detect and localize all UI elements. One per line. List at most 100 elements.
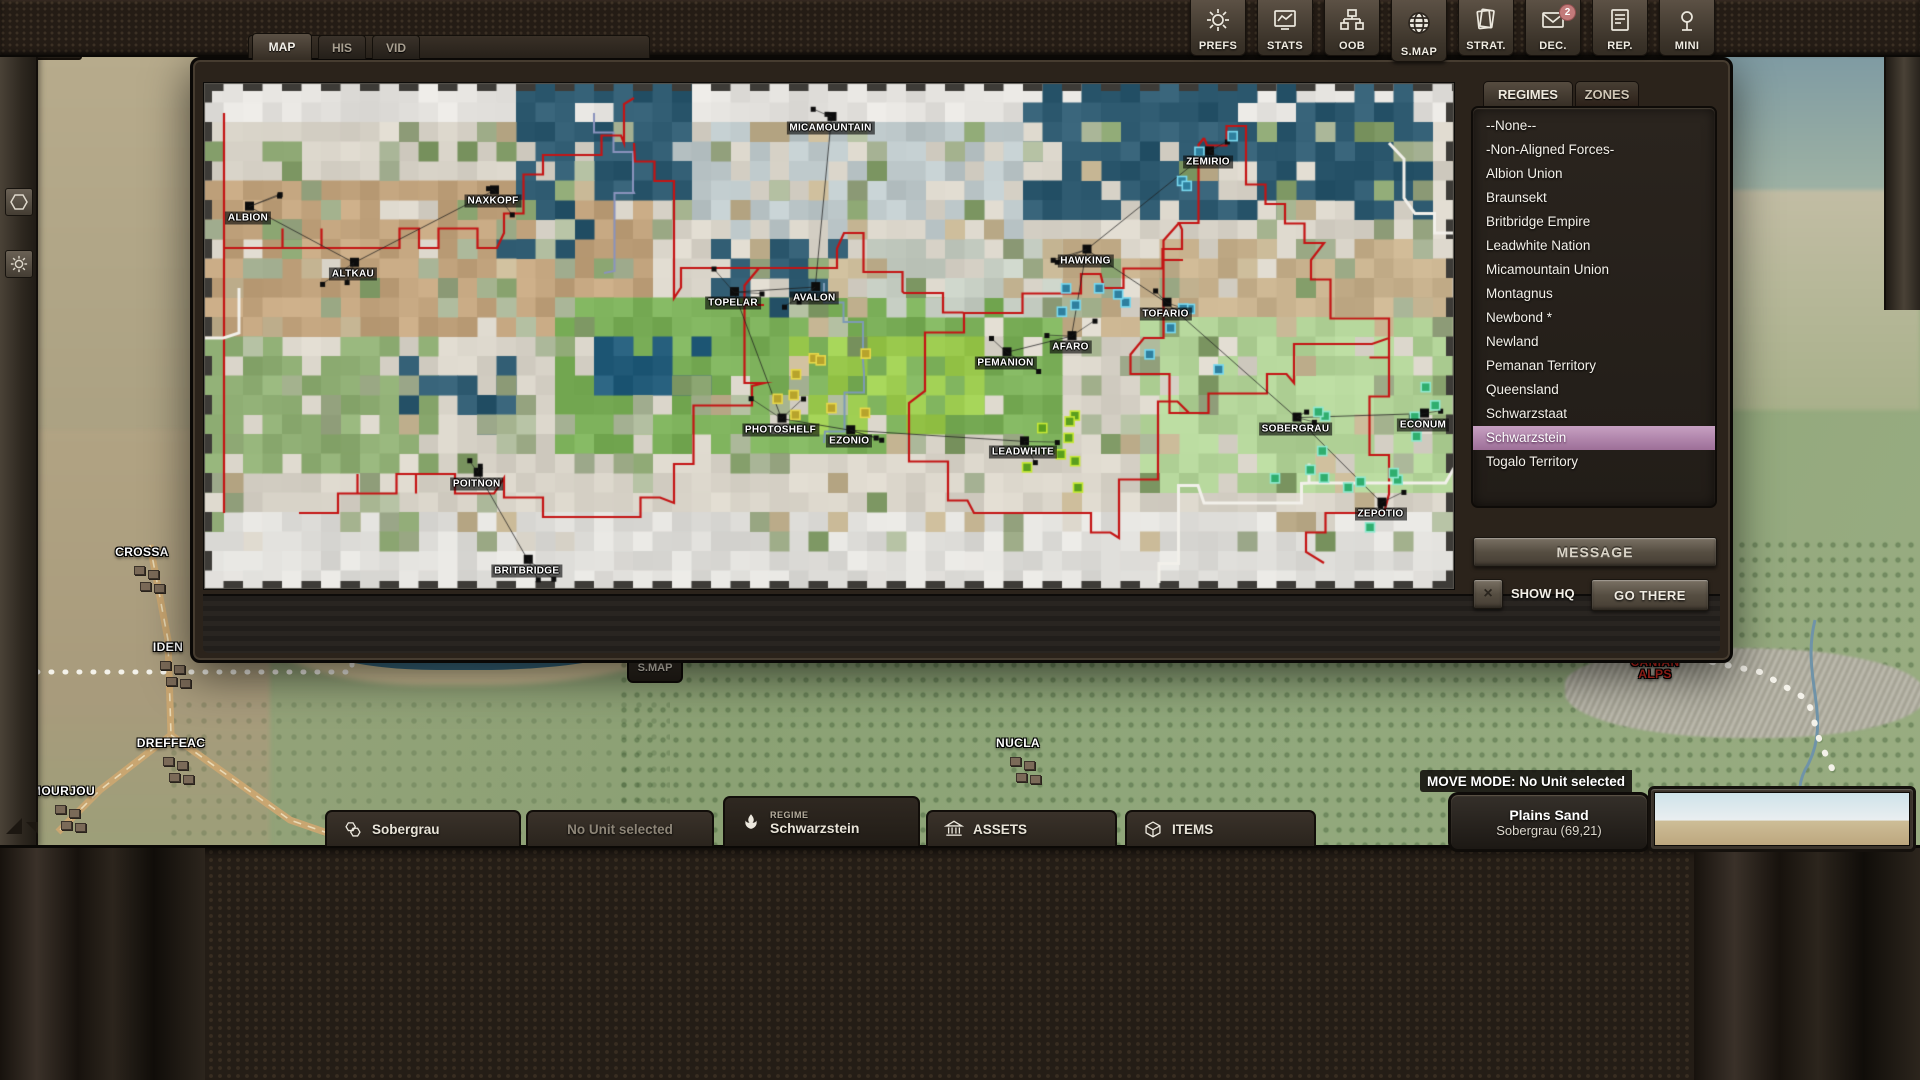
toolbar-button-label: REP. (1607, 40, 1633, 52)
regime-list-item[interactable]: Newland (1473, 330, 1715, 354)
org-chart-icon (1339, 0, 1365, 40)
bottom-tab-no-unit-selected[interactable]: No Unit selected (526, 810, 714, 846)
regime-list-item[interactable]: Braunsekt (1473, 186, 1715, 210)
tab-label: ASSETS (973, 821, 1028, 837)
scroll-corner-arrow[interactable] (26, 822, 38, 834)
toolbar-button-label: MINI (1674, 40, 1700, 52)
regime-list-item[interactable]: Togalo Territory (1473, 450, 1715, 474)
map-label-afaro[interactable]: AFARO (1049, 340, 1092, 354)
regime-list-item[interactable]: Pemanan Territory (1473, 354, 1715, 378)
regime-list-item[interactable]: Albion Union (1473, 162, 1715, 186)
cards-icon (1473, 0, 1499, 40)
view-tab-his[interactable]: HIS (318, 35, 366, 59)
right-toolbar-rail (1884, 55, 1920, 310)
map-label-econum[interactable]: ECONUM (1396, 418, 1450, 432)
world-label-crossa: CROSSA (115, 545, 169, 559)
view-tab-map[interactable]: MAP (252, 33, 312, 60)
toolbar-button-mini[interactable]: MINI (1659, 0, 1715, 56)
regime-list-item[interactable]: Schwarzstein (1473, 426, 1715, 450)
move-mode-status: MOVE MODE: No Unit selected (1420, 770, 1632, 792)
toolbar-button-label: STATS (1267, 40, 1303, 52)
hex-grid-toggle-button[interactable] (5, 188, 33, 216)
tab-label: ITEMS (1172, 821, 1214, 837)
toolbar-button-smap[interactable]: S.MAP (1391, 0, 1447, 62)
map-label-photoshelf[interactable]: PHOTOSHELF (741, 423, 820, 437)
tab-label: Schwarzstein (770, 820, 860, 836)
toolbar-button-dec[interactable]: DEC. 2 (1525, 0, 1581, 56)
report-icon (1607, 0, 1633, 40)
map-label-zepotio[interactable]: ZEPOTIO (1354, 507, 1407, 521)
map-label-tofario[interactable]: TOFARIO (1139, 307, 1192, 321)
hex-info-plate: Plains Sand Sobergrau (69,21) (1448, 792, 1650, 852)
gear-icon (1205, 0, 1231, 40)
toolbar-button-stats[interactable]: STATS (1257, 0, 1313, 56)
hexes-icon (343, 819, 363, 839)
world-label-mourjou: MOURJOU (30, 784, 96, 798)
map-label-naxkopf[interactable]: NAXKOPF (464, 194, 522, 208)
machinery-decor (0, 848, 205, 1080)
tab-label-group: REGIME Schwarzstein (770, 809, 859, 835)
map-label-avalon[interactable]: AVALON (789, 291, 839, 305)
map-label-altkau[interactable]: ALTKAU (328, 267, 378, 281)
map-settings-button[interactable] (5, 250, 33, 278)
view-tab-vid[interactable]: VID (372, 35, 420, 59)
bottom-tab-assets[interactable]: ASSETS (926, 810, 1117, 846)
regime-list-item[interactable]: Montagnus (1473, 282, 1715, 306)
bottom-panel (0, 845, 1920, 1080)
regime-list-item[interactable]: -Non-Aligned Forces- (1473, 138, 1715, 162)
map-label-ezonio[interactable]: EZONIO (826, 434, 873, 448)
regime-list-item[interactable]: Queensland (1473, 378, 1715, 402)
regime-list-item[interactable]: --None-- (1473, 114, 1715, 138)
toolbar-button-strat[interactable]: STRAT. (1458, 0, 1514, 56)
strategic-map-labels: MICAMOUNTAIN ALBION NAXKOPF ALTKAU TOPELAR AV… (203, 82, 1453, 588)
message-button[interactable]: MESSAGE (1473, 537, 1717, 567)
bank-icon (944, 819, 964, 839)
regime-list-item[interactable]: Britbridge Empire (1473, 210, 1715, 234)
map-label-poitnon[interactable]: POITNON (449, 477, 504, 491)
bottom-tab-sobergrau[interactable]: Sobergrau (325, 810, 521, 846)
map-label-sobergrau[interactable]: SOBERGRAU (1258, 422, 1333, 436)
map-label-pemanion[interactable]: PEMANION (974, 356, 1037, 370)
regime-list-item[interactable]: Micamountain Union (1473, 258, 1715, 282)
hex-terrain-preview (1648, 786, 1916, 852)
tab-regimes[interactable]: REGIMES (1483, 81, 1573, 106)
map-label-hawking[interactable]: HAWKING (1057, 254, 1114, 268)
main-toolbar: PREFS STATS OOB S.MAP STRAT. DEC. 2 REP. MINI (1190, 0, 1715, 62)
toolbar-button-oob[interactable]: OOB (1324, 0, 1380, 56)
map-label-zemirio[interactable]: ZEMIRIO (1183, 155, 1233, 169)
terrain-preview-image (1654, 792, 1910, 846)
toolbar-button-label: PREFS (1198, 40, 1238, 52)
bottom-tab-items[interactable]: ITEMS (1125, 810, 1316, 846)
show-hq-label: SHOW HQ (1511, 585, 1575, 601)
map-pin-icon (1674, 0, 1700, 40)
tab-label: No Unit selected (567, 821, 673, 837)
regime-list: --None-- -Non-Aligned Forces- Albion Union… (1471, 106, 1717, 508)
crate-icon (1143, 819, 1163, 839)
strategic-map-window: MICAMOUNTAIN ALBION NAXKOPF ALTKAU TOPELAR AV… (190, 57, 1733, 663)
hex-terrain: Plains Sand (1509, 806, 1589, 823)
regime-list-item[interactable]: Leadwhite Nation (1473, 234, 1715, 258)
scroll-corner-arrow[interactable] (6, 818, 22, 834)
regime-list-item[interactable]: Newbond * (1473, 306, 1715, 330)
toolbar-button-label: OOB (1339, 40, 1365, 52)
toolbar-button-label: DEC. (1539, 40, 1567, 52)
map-label-albion[interactable]: ALBION (224, 211, 272, 225)
go-there-button[interactable]: GO THERE (1591, 579, 1709, 611)
world-label-dreffeac: DREFFEAC (136, 736, 206, 750)
hexagon-icon (10, 194, 28, 210)
map-label-micamountain[interactable]: MICAMOUNTAIN (786, 121, 875, 135)
toolbar-button-label: STRAT. (1466, 40, 1506, 52)
show-hq-checkbox[interactable]: × (1473, 579, 1503, 609)
bottom-tab-schwarzstein[interactable]: REGIME Schwarzstein (723, 796, 920, 846)
map-label-leadwhite[interactable]: LEADWHITE (988, 445, 1058, 459)
toolbar-button-prefs[interactable]: PREFS (1190, 0, 1246, 56)
regime-list-item[interactable]: Schwarzstaat (1473, 402, 1715, 426)
toolbar-button-rep[interactable]: REP. (1592, 0, 1648, 56)
map-label-topelar[interactable]: TOPELAR (705, 296, 761, 310)
world-label-nucla: NUCLA (996, 736, 1040, 750)
tab-zones[interactable]: ZONES (1575, 81, 1639, 106)
left-toolbar-rail (0, 55, 38, 847)
tab-label: Sobergrau (372, 821, 440, 837)
map-label-britbridge[interactable]: BRITBRIDGE (491, 564, 563, 578)
notification-badge: 2 (1559, 4, 1576, 21)
